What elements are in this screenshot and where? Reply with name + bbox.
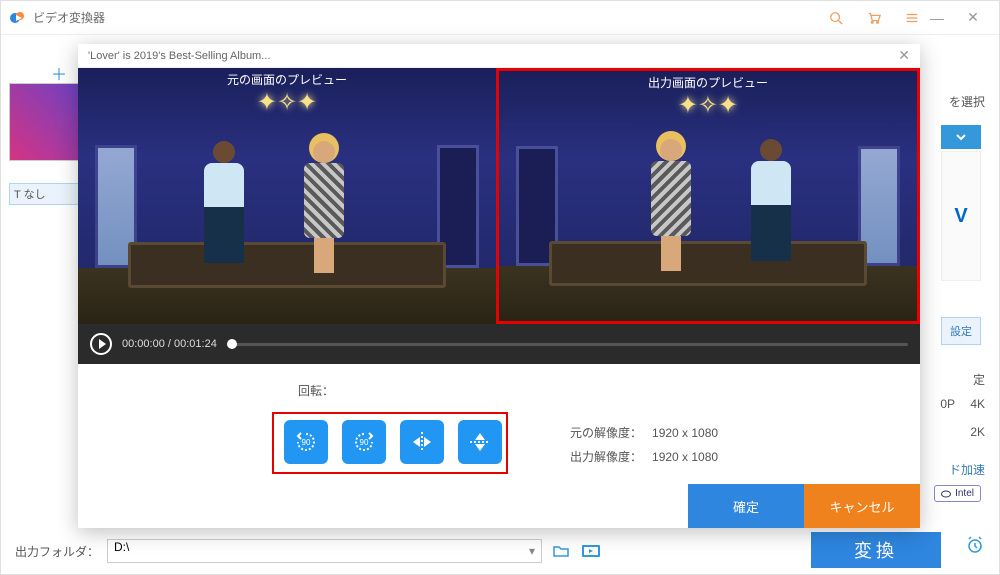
dialog-title: 'Lover' is 2019's Best-Selling Album... — [88, 50, 270, 62]
seek-slider[interactable] — [227, 343, 908, 346]
preview-area: 元の画面のプレビュー ✦✧✦ 出力画面のプレビュー ✦✧✦ — [78, 68, 920, 364]
merge-icon[interactable] — [580, 540, 602, 562]
dialog-title-bar: 'Lover' is 2019's Best-Selling Album... … — [78, 44, 920, 68]
out-res-label: 出力解像度： — [570, 446, 650, 468]
svg-text:90: 90 — [302, 438, 311, 447]
open-folder-icon[interactable] — [550, 540, 572, 562]
rotate-section-label: 回転： — [298, 382, 890, 399]
output-folder-label: 出力フォルダ： — [15, 543, 99, 560]
app-title: ビデオ変換器 — [33, 9, 829, 26]
flip-vertical-button[interactable] — [458, 420, 502, 464]
intel-badge: Intel — [934, 485, 981, 502]
search-icon[interactable] — [829, 11, 843, 25]
minimize-button[interactable]: — — [919, 10, 955, 26]
dialog-footer: 確定 キャンセル — [78, 484, 920, 528]
flip-horizontal-button[interactable] — [400, 420, 444, 464]
ok-button[interactable]: 確定 — [688, 484, 804, 528]
resolution-info: 元の解像度：1920 x 1080 出力解像度：1920 x 1080 — [568, 420, 720, 470]
res-4k[interactable]: 4K — [970, 397, 985, 411]
select-format-hint: を選択 — [949, 93, 985, 110]
chandelier-icon: ✦✧✦ — [257, 88, 317, 117]
time-display: 00:00:00 / 00:01:24 — [122, 338, 217, 350]
title-actions — [829, 11, 919, 25]
res-0p[interactable]: 0P — [940, 397, 955, 411]
rotate-dialog: 'Lover' is 2019's Best-Selling Album... … — [78, 44, 920, 528]
cancel-button[interactable]: キャンセル — [804, 484, 920, 528]
out-res-value: 1920 x 1080 — [652, 446, 718, 468]
svg-text:90: 90 — [360, 438, 369, 447]
format-dropdown-button[interactable] — [941, 125, 981, 149]
rotate-cw-90-button[interactable]: 90 — [342, 420, 386, 464]
add-file-icon[interactable]: ＋ — [51, 61, 67, 85]
close-button[interactable]: ✕ — [955, 9, 991, 26]
hw-accel[interactable]: ド加速 — [949, 461, 985, 478]
controls-area: 回転： 90 90 元の解像度：1920 x 1080 出力解像度：1920 x… — [78, 364, 920, 484]
playback-bar: 00:00:00 / 00:01:24 — [78, 324, 920, 364]
menu-icon[interactable] — [905, 11, 919, 25]
rotate-ccw-90-button[interactable]: 90 — [284, 420, 328, 464]
output-preview: 出力画面のプレビュー ✦✧✦ — [496, 68, 920, 324]
settings-button[interactable]: 設定 — [941, 317, 981, 345]
res-hint: 定 — [973, 371, 985, 388]
output-folder-input[interactable]: D:\▾ — [107, 539, 542, 563]
scheduler-icon[interactable] — [965, 535, 985, 560]
dialog-close-icon[interactable]: ✕ — [898, 47, 910, 64]
video-thumbnail[interactable] — [9, 83, 79, 161]
original-preview: 元の画面のプレビュー ✦✧✦ — [78, 68, 496, 324]
cart-icon[interactable] — [867, 11, 881, 25]
original-preview-title: 元の画面のプレビュー — [78, 68, 496, 91]
play-button[interactable] — [90, 333, 112, 355]
orig-res-value: 1920 x 1080 — [652, 422, 718, 444]
format-indicator[interactable]: V — [941, 151, 981, 281]
convert-button[interactable]: 変換 — [811, 532, 941, 568]
subtitle-none-label[interactable]: T なし — [9, 183, 79, 205]
app-logo-icon — [9, 9, 27, 27]
orig-res-label: 元の解像度： — [570, 422, 650, 444]
title-bar: ビデオ変換器 — ✕ — [1, 1, 999, 35]
output-preview-title: 出力画面のプレビュー — [499, 71, 917, 94]
res-2k[interactable]: 2K — [970, 425, 985, 439]
